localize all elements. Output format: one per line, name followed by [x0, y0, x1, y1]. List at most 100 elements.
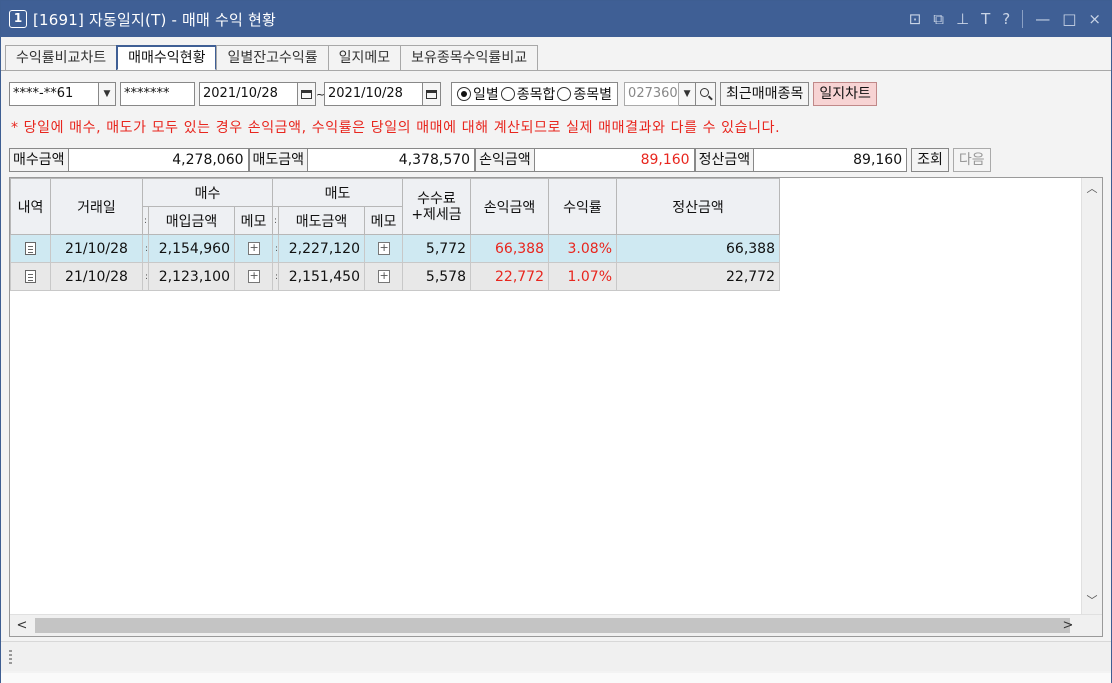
tab-holding-return-compare[interactable]: 보유종목수익률비교 — [400, 45, 539, 71]
vertical-scrollbar[interactable]: ︿ ﹀ — [1081, 178, 1102, 614]
recent-trade-items-button[interactable]: 최근매매종목 — [720, 82, 810, 106]
col-detail[interactable]: 내역 — [10, 178, 51, 235]
stock-code-input[interactable]: 027360 — [624, 82, 680, 106]
maximize-icon[interactable]: □ — [1062, 10, 1076, 28]
next-button[interactable]: 다음 — [952, 148, 991, 172]
view-mode-radio-group: 일별 종목합 종목별 — [451, 82, 619, 106]
scroll-down-icon[interactable]: ﹀ — [1082, 592, 1102, 612]
journal-chart-button[interactable]: 일지차트 — [813, 82, 877, 106]
calendar-to-button[interactable] — [423, 82, 441, 106]
buy-amount-cell: 2,123,100 — [148, 262, 235, 291]
col-pnl-amount[interactable]: 손익금액 — [470, 178, 549, 235]
settle-cell: 22,772 — [616, 262, 780, 291]
sell-amount-cell: 2,227,120 — [278, 234, 365, 263]
sell-amount-value: 4,378,570 — [308, 148, 476, 172]
memo-add-icon[interactable] — [377, 241, 390, 255]
horizontal-scroll-thumb[interactable] — [35, 618, 1070, 633]
horizontal-scrollbar[interactable]: < > — [10, 614, 1102, 636]
pin-icon[interactable]: ⊥ — [956, 10, 969, 28]
tab-bar: 수익률비교차트 매매수익현황 일별잔고수익률 일지메모 보유종목수익률비교 — [5, 45, 539, 71]
calendar-from-button[interactable] — [298, 82, 316, 106]
trade-grid[interactable]: 내역 거래일 매수 매도 수수료 +제세금 손익금액 수익률 정산금액 : 매입… — [9, 177, 1103, 637]
radio-unchecked-icon — [500, 87, 515, 101]
settle-cell: 66,388 — [616, 234, 780, 263]
detail-cell[interactable] — [10, 234, 51, 263]
document-icon[interactable] — [25, 270, 36, 283]
scroll-left-icon[interactable]: < — [12, 615, 32, 637]
radio-by-item-label: 종목별 — [573, 87, 613, 103]
radio-item-sum-label: 종목합 — [516, 87, 556, 103]
tab-trade-profit-status[interactable]: 매매수익현황 — [116, 45, 218, 71]
trade-table: 내역 거래일 매수 매도 수수료 +제세금 손익금액 수익률 정산금액 : 매입… — [10, 178, 780, 291]
calendar-icon — [426, 89, 437, 99]
account-select[interactable]: ****-**61 — [9, 82, 99, 106]
query-toolbar: ****-**61 ▼ ******* 2021/10/28 ~ 2021/10… — [9, 80, 877, 108]
memo-add-icon[interactable] — [247, 241, 260, 255]
restore-layout-icon[interactable]: ⊡ — [909, 10, 922, 28]
radio-unchecked-icon — [557, 87, 572, 101]
notice-text: * 당일에 매수, 매도가 모두 있는 경우 손익금액, 수익률은 당일의 매매… — [11, 120, 781, 136]
chevron-down-icon[interactable]: ▼ — [99, 82, 116, 106]
status-bar — [1, 641, 1111, 671]
col-return-rate[interactable]: 수익률 — [548, 178, 617, 235]
radio-checked-icon — [457, 87, 471, 101]
date-from-input[interactable]: 2021/10/28 — [199, 82, 298, 106]
tab-daily-balance-return[interactable]: 일별잔고수익률 — [216, 45, 329, 71]
detail-cell[interactable] — [10, 262, 51, 291]
password-field[interactable]: ******* — [120, 82, 195, 106]
fee-cell: 5,578 — [402, 262, 471, 291]
buy-amount-label: 매수금액 — [9, 148, 69, 172]
sell-amount-label: 매도금액 — [248, 148, 309, 172]
radio-item-sum[interactable]: 종목합 — [500, 84, 556, 104]
window-title: [1691] 자동일지(T) - 매매 수익 현황 — [33, 10, 276, 29]
title-bar[interactable]: 1 [1691] 자동일지(T) - 매매 수익 현황 ⊡ ⧉ ⊥ T ? — … — [1, 1, 1111, 37]
radio-by-item[interactable]: 종목별 — [557, 84, 612, 104]
bottom-edge — [1, 673, 1111, 683]
col-buy-amount[interactable]: 매입금액 — [148, 206, 235, 235]
copy-window-icon[interactable]: ⧉ — [933, 10, 944, 28]
sell-memo-cell[interactable] — [364, 262, 403, 291]
pnl-amount-label: 손익금액 — [475, 148, 535, 172]
col-trade-date[interactable]: 거래일 — [50, 178, 143, 235]
fee-header-line1: 수수료 — [417, 190, 456, 207]
close-icon[interactable]: × — [1088, 10, 1101, 28]
title-controls: ⊡ ⧉ ⊥ T ? — □ × — [909, 1, 1101, 37]
buy-memo-cell[interactable] — [234, 262, 273, 291]
table-row[interactable]: 21/10/28 : 2,123,100 : 2,151,450 5,578 2… — [10, 262, 780, 291]
col-settle-amount[interactable]: 정산금액 — [616, 178, 780, 235]
table-row[interactable]: 21/10/28 : 2,154,960 : 2,227,120 5,772 6… — [10, 234, 780, 263]
radio-daily[interactable]: 일별 — [457, 84, 499, 104]
search-button[interactable] — [696, 82, 717, 106]
memo-add-icon[interactable] — [377, 269, 390, 283]
buy-amount-value: 4,278,060 — [68, 148, 249, 172]
window-number-badge[interactable]: 1 — [9, 10, 27, 28]
col-buy-memo[interactable]: 메모 — [234, 206, 273, 235]
grip-icon[interactable] — [9, 650, 12, 666]
trade-date-cell: 21/10/28 — [50, 234, 143, 263]
col-sell-amount[interactable]: 매도금액 — [278, 206, 365, 235]
chevron-down-icon[interactable]: ▼ — [679, 82, 697, 106]
scroll-right-icon[interactable]: > — [1058, 615, 1078, 637]
fee-cell: 5,772 — [402, 234, 471, 263]
scroll-up-icon[interactable]: ︿ — [1082, 180, 1102, 200]
query-button[interactable]: 조회 — [911, 148, 949, 172]
calendar-icon — [301, 89, 312, 99]
col-group-buy: 매수 — [142, 178, 273, 207]
memo-add-icon[interactable] — [247, 269, 260, 283]
trade-date-cell: 21/10/28 — [50, 262, 143, 291]
col-sell-memo[interactable]: 메모 — [364, 206, 403, 235]
date-range-tilde: ~ — [316, 87, 326, 101]
rate-cell: 3.08% — [548, 234, 617, 263]
date-to-input[interactable]: 2021/10/28 — [324, 82, 423, 106]
tab-return-compare-chart[interactable]: 수익률비교차트 — [5, 45, 118, 71]
font-size-icon[interactable]: T — [981, 10, 990, 28]
document-icon[interactable] — [25, 242, 36, 255]
sell-memo-cell[interactable] — [364, 234, 403, 263]
radio-daily-label: 일별 — [473, 87, 499, 103]
help-icon[interactable]: ? — [1002, 10, 1010, 28]
tab-journal-memo[interactable]: 일지메모 — [327, 45, 402, 71]
col-fee-tax[interactable]: 수수료 +제세금 — [402, 178, 471, 235]
minimize-icon[interactable]: — — [1035, 10, 1050, 28]
rate-cell: 1.07% — [548, 262, 617, 291]
buy-memo-cell[interactable] — [234, 234, 273, 263]
